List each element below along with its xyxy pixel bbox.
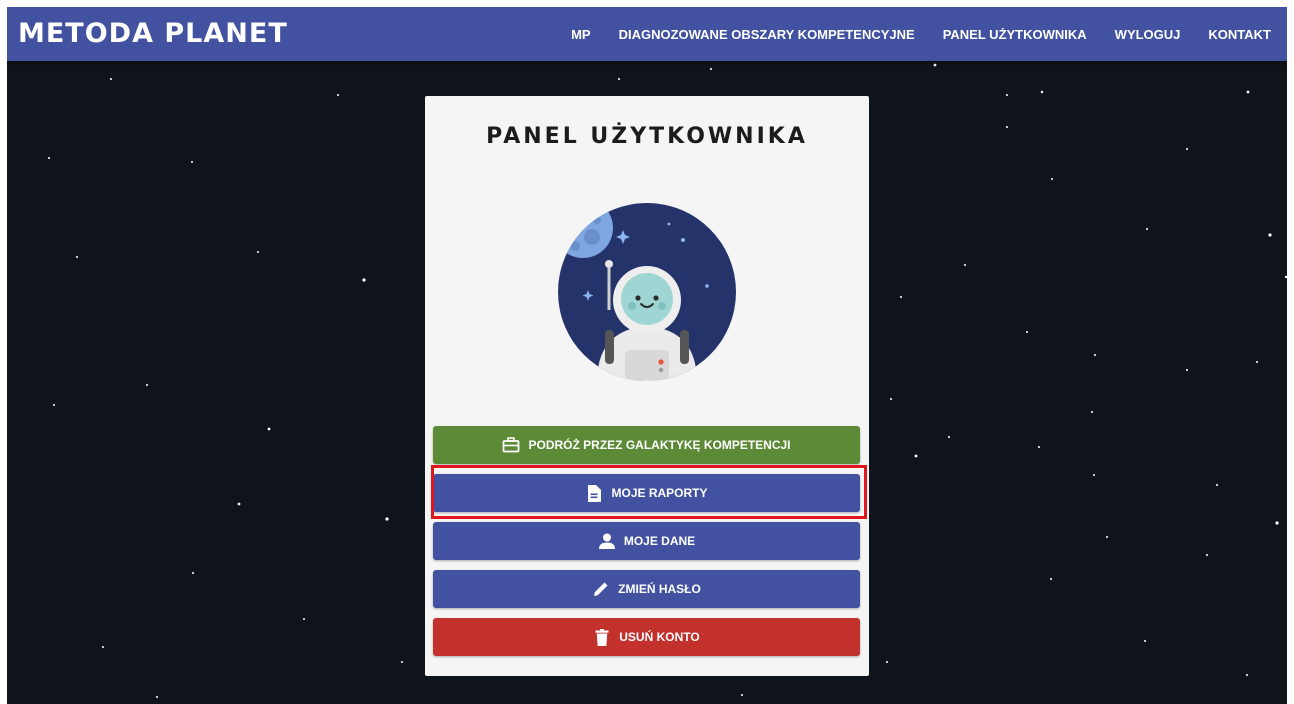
user-icon [598, 532, 616, 550]
delete-account-label: USUŃ KONTO [619, 630, 700, 644]
document-icon [585, 484, 603, 502]
nav-link-contact[interactable]: KONTAKT [1208, 27, 1271, 42]
my-data-button[interactable]: MOJE DANE [433, 522, 860, 560]
nav-link-mp[interactable]: MP [571, 27, 591, 42]
brand-logo[interactable]: METODA PLANET [18, 17, 288, 51]
my-data-label: MOJE DANE [623, 534, 696, 548]
briefcase-icon [502, 436, 520, 454]
trash-icon [593, 628, 611, 646]
pencil-icon [592, 580, 610, 598]
galaxy-journey-button[interactable]: PODRÓŻ PRZEZ GALAKTYKĘ KOMPETENCJI [433, 426, 860, 464]
astronaut-avatar [558, 203, 736, 381]
page-background: METODA PLANET MP DIAGNOZOWANE OBSZARY KO… [7, 7, 1287, 704]
delete-account-button[interactable]: USUŃ KONTO [433, 618, 860, 656]
page-title: PANEL UŻYTKOWNIKA [486, 124, 808, 149]
change-password-label: ZMIEŃ HASŁO [618, 582, 701, 596]
top-navbar: METODA PLANET MP DIAGNOZOWANE OBSZARY KO… [7, 7, 1287, 61]
nav-links: MP DIAGNOZOWANE OBSZARY KOMPETENCYJNE PA… [543, 7, 1271, 61]
nav-link-competence-areas[interactable]: DIAGNOZOWANE OBSZARY KOMPETENCYJNE [619, 27, 915, 42]
change-password-button[interactable]: ZMIEŃ HASŁO [433, 570, 860, 608]
my-reports-label: MOJE RAPORTY [611, 486, 708, 500]
galaxy-journey-label: PODRÓŻ PRZEZ GALAKTYKĘ KOMPETENCJI [528, 438, 791, 452]
user-panel-card: PANEL UŻYTKOWNIKA PODRÓŻ PRZEZ GALAKTYKĘ… [425, 96, 869, 676]
my-reports-button[interactable]: MOJE RAPORTY [433, 474, 860, 512]
nav-link-logout[interactable]: WYLOGUJ [1115, 27, 1181, 42]
nav-link-user-panel[interactable]: PANEL UŻYTKOWNIKA [943, 27, 1087, 42]
